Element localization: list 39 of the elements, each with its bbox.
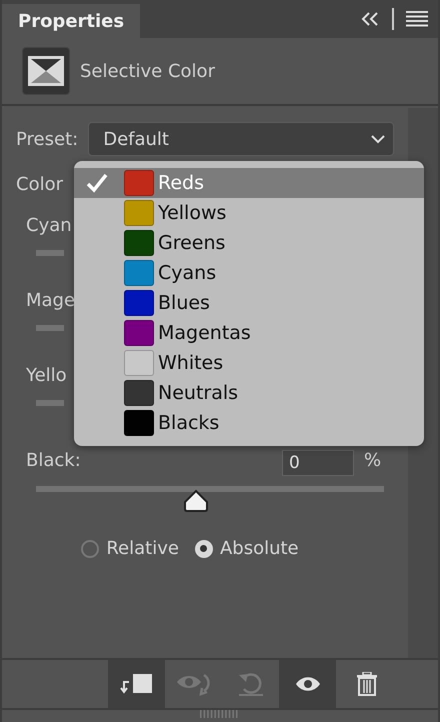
clip-button[interactable]	[108, 660, 165, 708]
clip-to-layer-icon	[118, 672, 154, 696]
chevron-down-icon	[371, 134, 385, 144]
eye-arrow-icon	[174, 671, 212, 697]
menu-item[interactable]: Blues	[74, 288, 424, 318]
panel-tab[interactable]: Properties	[2, 4, 140, 38]
slider-track[interactable]	[36, 250, 64, 256]
slider-label: Mage	[26, 290, 76, 311]
resize-grip-icon[interactable]	[200, 710, 240, 718]
preset-label: Preset:	[16, 128, 78, 150]
menu-item[interactable]: Blacks	[74, 408, 424, 438]
slider-track[interactable]	[36, 325, 64, 331]
menu-item[interactable]: Greens	[74, 228, 424, 258]
menu-item[interactable]: Neutrals	[74, 378, 424, 408]
trash-icon	[356, 672, 378, 696]
preset-dropdown[interactable]: Default	[88, 122, 394, 156]
reset-icon	[236, 671, 264, 697]
menu-item[interactable]: Yellows	[74, 198, 424, 228]
value-field[interactable]: 0	[282, 450, 354, 476]
colors-label: Color	[16, 174, 63, 195]
slider-label: Black:	[26, 450, 81, 471]
menu-item[interactable]: Reds	[74, 168, 424, 198]
menu-item[interactable]: Magentas	[74, 318, 424, 348]
slider-label: Cyan	[26, 215, 72, 236]
menu-item[interactable]: Whites	[74, 348, 424, 378]
menu-item[interactable]: Cyans	[74, 258, 424, 288]
slider-thumb[interactable]	[183, 489, 210, 513]
slider-track[interactable]	[36, 400, 64, 406]
mode-radio[interactable]: Absolute	[194, 538, 299, 559]
adjustment-title: Selective Color	[80, 60, 215, 82]
checkmark-icon	[86, 173, 108, 193]
percent-unit: %	[364, 450, 382, 471]
eye-icon	[294, 676, 320, 692]
mode-radio[interactable]: Relative	[81, 538, 179, 559]
selective-color-icon	[22, 47, 70, 95]
slider-label: Yello	[26, 365, 67, 386]
menu-icon[interactable]	[406, 11, 428, 27]
visibility-button[interactable]	[279, 660, 336, 708]
double-chevron-icon[interactable]	[360, 11, 380, 27]
